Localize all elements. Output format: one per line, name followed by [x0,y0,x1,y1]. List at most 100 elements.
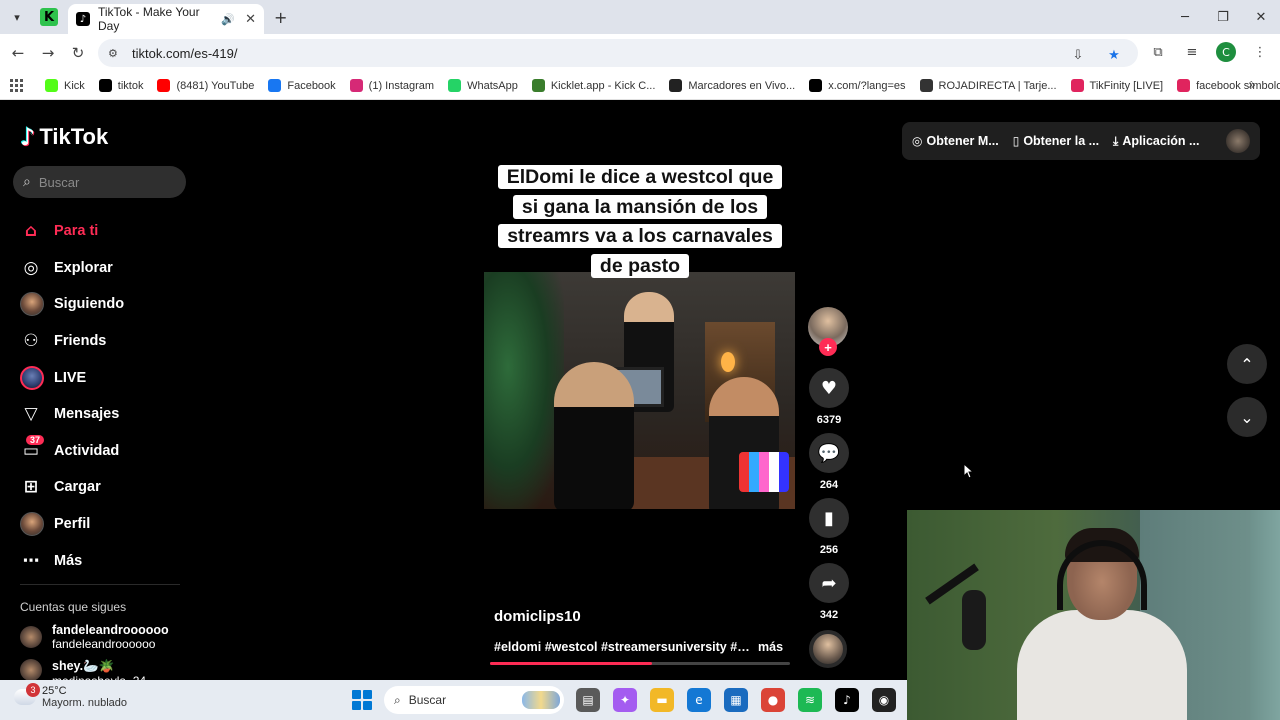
toolbar-right: ⧉ ≡ C ⋮ [1148,42,1270,62]
bookmark-label: Kicklet.app - Kick C... [550,79,656,92]
copilot-icon[interactable]: ✦ [613,688,637,712]
site-info-icon[interactable]: ⚙ [108,47,122,60]
save-action: ▮ 256 [809,498,849,556]
app-icon[interactable]: ◉ [872,688,896,712]
video-player[interactable] [484,272,795,509]
restore-icon[interactable]: ❐ [1204,0,1242,34]
minimize-icon[interactable]: ─ [1166,0,1204,34]
notification-badge: 37 [26,434,45,445]
search-placeholder: Buscar [38,174,80,190]
sidebar-item-label: Más [54,552,83,569]
get-app-button[interactable]: ▯ Obtener la ... [1013,134,1099,148]
bookmark-instagram[interactable]: (1) Instagram [349,79,434,92]
share-arrow-icon[interactable]: ➦ [809,563,849,603]
sidebar-item-4[interactable]: LIVE [20,359,190,396]
forward-arrow-icon[interactable]: → [38,43,58,63]
comment-icon[interactable]: 💬 [809,433,849,473]
menu-kebab-icon[interactable]: ⋮ [1250,42,1270,62]
kick-pinned-tab[interactable]: K [40,8,58,26]
close-window-icon[interactable]: ✕ [1242,0,1280,34]
user-avatar[interactable] [1226,129,1250,153]
get-coins-button[interactable]: ◎ Obtener M... [912,134,999,148]
tiktok-note-icon: ♪ [20,123,36,151]
bookmark-soccer[interactable]: ROJADIRECTA | Tarje... [919,79,1057,92]
url-text: tiktok.com/es-419/ [132,45,238,61]
taskbar-search[interactable]: ⌕ Buscar [384,686,564,714]
sidebar-item-5[interactable]: ▽ Mensajes [20,396,190,433]
file-icon[interactable]: ▤ [576,688,600,712]
bookmark-tikfinity[interactable]: TikFinity [LIVE] [1070,79,1163,92]
video-hashtags[interactable]: #eldomi #westcol #streamersuniversity #v… [494,640,750,654]
more-icon: ⋯ [22,550,40,571]
tiktok-app-icon[interactable]: ♪ [835,688,859,712]
sidebar-item-2[interactable]: Siguiendo [20,286,190,323]
install-app-icon[interactable]: ⇩ [1068,45,1088,65]
sidebar-item-6[interactable]: ▭ 37 Actividad [20,433,190,470]
next-video-chevron-down-icon[interactable]: ⌄ [1227,397,1267,437]
spotify-icon[interactable]: ≋ [798,688,822,712]
microphone [962,590,986,650]
tiktok-logo[interactable]: ♪ TikTok [20,123,108,151]
bookmark-marcadores[interactable]: Marcadores en Vivo... [669,79,795,92]
sidebar-item-7[interactable]: ⊞ Cargar [20,469,190,506]
address-bar[interactable]: ⚙ tiktok.com/es-419/ ⇩ ★ [98,39,1138,67]
browser-toolbar: ← → ↻ ⚙ tiktok.com/es-419/ ⇩ ★ ⧉ ≡ C ⋮ [0,34,1280,72]
sidebar-item-label: Para ti [54,223,99,240]
account-handle: fandeleandroooooo [52,637,156,651]
sidebar-item-0[interactable]: ⌂ Para ti [20,213,190,250]
bookmark-whatsapp[interactable]: WhatsApp [448,79,518,92]
bookmark-facebook[interactable]: Facebook [268,79,336,92]
media-controls-icon[interactable]: ≡ [1182,42,1202,62]
more-bookmarks-icon[interactable]: » [1248,78,1256,93]
follow-plus-icon[interactable]: + [819,338,837,356]
apps-grid-icon[interactable] [10,78,23,93]
more-link[interactable]: más [758,640,783,654]
chrome-icon[interactable]: ● [761,688,785,712]
sidebar-item-3[interactable]: ⚇ Friends [20,323,190,360]
new-tab-button[interactable]: + [274,8,287,27]
music-disc-avatar[interactable] [809,630,847,668]
heart-icon[interactable]: ♥ [809,368,849,408]
profile-avatar[interactable]: C [1216,42,1236,62]
tiktok-favicon-icon: ♪ [76,12,90,26]
bookmark-star-icon[interactable]: ★ [1104,45,1124,65]
desktop-app-button[interactable]: ⤓ Aplicación ... [1113,134,1199,149]
weather-widget[interactable]: 3 25°C Mayorm. nublado [14,683,127,709]
windows-start-icon[interactable] [352,690,372,710]
back-arrow-icon[interactable]: ← [8,43,28,63]
fb-symbols-icon [1177,79,1191,92]
close-tab-icon[interactable]: ✕ [245,12,256,27]
bookmark-tiktok[interactable]: tiktok [98,79,143,92]
sidebar-item-1[interactable]: ◎ Explorar [20,250,190,287]
sidebar-item-8[interactable]: Perfil [20,506,190,543]
taskbar-search-placeholder: Buscar [408,693,447,707]
reload-icon[interactable]: ↻ [68,43,88,63]
tab-search-chevron-icon[interactable]: ▾ [6,7,28,27]
kick-icon: K [43,9,55,25]
edge-icon[interactable]: e [687,688,711,712]
bookmark-kick[interactable]: Kick [45,79,85,92]
tab-title: TikTok - Make Your Day [98,5,200,33]
following-account[interactable]: shey.🦢🪴medinasheyla_24 [20,659,146,680]
folder-icon[interactable]: ▬ [650,688,674,712]
video-progress-bar[interactable] [490,662,790,665]
bookmark-x[interactable]: x.com/?lang=es [809,79,906,92]
extensions-icon[interactable]: ⧉ [1148,42,1168,62]
sidebar-item-9[interactable]: ⋯ Más [20,542,190,579]
previous-video-chevron-up-icon[interactable]: ⌃ [1227,344,1267,384]
store-icon[interactable]: ▦ [724,688,748,712]
bookmark-label: WhatsApp [467,79,518,92]
temperature: 25°C [42,685,67,697]
bookmark-label: (8481) YouTube [176,79,255,92]
sidebar-nav: ⌂ Para ti ◎ Explorar Siguiendo ⚇ Friends LIVE ▽ M… [20,213,190,579]
search-input[interactable]: ⌕ Buscar [13,166,186,198]
bookmark-youtube[interactable]: (8481) YouTube [157,79,254,92]
video-author[interactable]: domiclips10 [494,608,581,625]
speaker-icon[interactable]: 🔊 [221,13,235,26]
bookmark-fb-symbols[interactable]: facebook símbolos:... [1177,79,1280,92]
bookmark-icon[interactable]: ▮ [809,498,849,538]
following-account[interactable]: fandeleandroooooo fandeleandroooooo [20,623,169,651]
bookmark-kicklet[interactable]: Kicklet.app - Kick C... [531,79,656,92]
sidebar-item-label: Actividad [54,442,120,459]
active-tab[interactable]: ♪ TikTok - Make Your Day 🔊 ✕ [68,4,264,34]
